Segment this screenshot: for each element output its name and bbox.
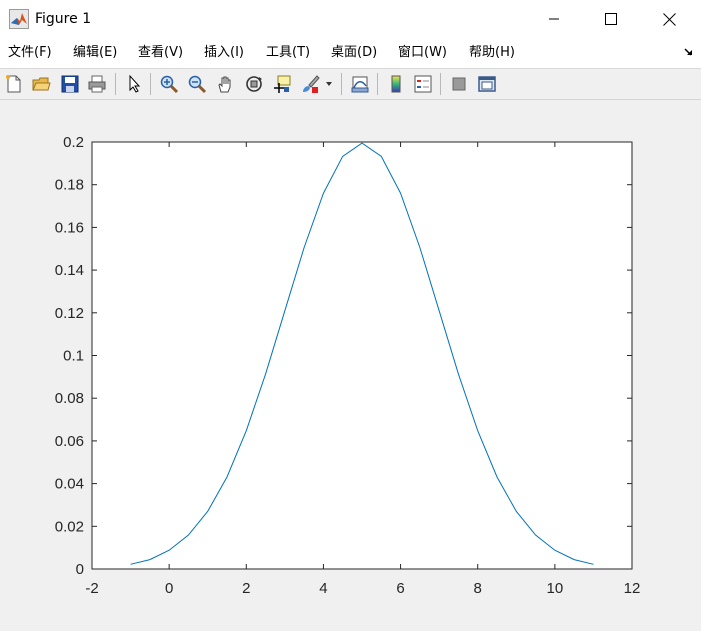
figure-toolbar: [0, 69, 701, 100]
menu-bar: 文件(F) 编辑(E) 查看(V) 插入(I) 工具(T) 桌面(D) 窗口(W…: [0, 38, 701, 69]
x-tick-label: 6: [396, 580, 404, 597]
toolbar-separator: [440, 73, 441, 95]
matlab-logo-icon: [9, 9, 29, 29]
zoom-in-icon: [160, 75, 179, 94]
x-tick-label: 8: [474, 580, 482, 597]
menu-help[interactable]: 帮助(H): [469, 44, 515, 62]
pan-hand-icon: [218, 76, 231, 93]
data-cursor-button[interactable]: [270, 72, 294, 96]
menu-tools[interactable]: 工具(T): [266, 44, 310, 62]
toolbar-separator: [150, 73, 151, 95]
y-tick-label: 0.16: [55, 219, 84, 236]
edit-plot-pointer-icon: [129, 74, 141, 93]
title-bar: Figure 1: [0, 0, 701, 38]
y-tick-label: 0.1: [63, 348, 84, 365]
brush-icon: [303, 75, 320, 93]
data-cursor-icon: [274, 75, 291, 93]
edit-plot-button[interactable]: [122, 72, 146, 96]
new-figure-icon: [6, 75, 21, 93]
menu-window[interactable]: 窗口(W): [398, 44, 447, 62]
zoom-out-icon: [188, 75, 207, 94]
y-tick-label: 0: [76, 561, 84, 578]
brush-button[interactable]: [298, 72, 322, 96]
minimize-button[interactable]: [531, 0, 577, 38]
toolbar-separator: [341, 73, 342, 95]
y-tick-label: 0.12: [55, 305, 84, 322]
minimize-icon: [549, 18, 559, 20]
x-tick-label: 2: [242, 580, 250, 597]
open-file-icon: [32, 77, 51, 91]
rotate-3d-button[interactable]: [242, 72, 266, 96]
print-button[interactable]: [85, 72, 109, 96]
legend-icon: [414, 75, 432, 93]
x-tick-label: 10: [547, 580, 564, 597]
y-tick-label: 0.02: [55, 518, 84, 535]
x-tick-label: 0: [165, 580, 173, 597]
show-plot-tools-icon: [478, 76, 496, 92]
close-button[interactable]: [646, 0, 692, 38]
menu-file[interactable]: 文件(F): [8, 44, 52, 62]
brush-dropdown-button[interactable]: [322, 72, 336, 96]
zoom-out-button[interactable]: [185, 72, 209, 96]
menu-insert[interactable]: 插入(I): [204, 44, 244, 62]
line-plot[interactable]: -2 0 2 4 6 8 10 1200.020.040.060.080.10.120.140…: [0, 100, 701, 627]
link-plot-button[interactable]: [348, 72, 372, 96]
window-title: Figure 1: [35, 11, 92, 27]
y-tick-label: 0.2: [63, 134, 84, 151]
pan-button[interactable]: [213, 72, 237, 96]
print-icon: [88, 75, 106, 93]
y-tick-label: 0.04: [55, 476, 84, 493]
x-tick-label: 12: [624, 580, 641, 597]
save-icon: [61, 75, 79, 93]
toolbar-separator: [115, 73, 116, 95]
x-tick-label: 4: [319, 580, 327, 597]
y-tick-label: 0.18: [55, 177, 84, 194]
figure-canvas: -2 0 2 4 6 8 10 12 0 0.02 0.04 0.06 0.08 0.1 0.12 0.14 0…: [0, 100, 701, 627]
maximize-button[interactable]: [588, 0, 634, 38]
menu-view[interactable]: 查看(V): [138, 44, 183, 62]
x-tick-label: -2: [85, 580, 98, 597]
colorbar-icon: [391, 75, 401, 93]
rotate-3d-icon: [246, 76, 262, 92]
menu-edit[interactable]: 编辑(E): [73, 44, 117, 62]
link-plot-icon: [351, 76, 369, 93]
colorbar-button[interactable]: [384, 72, 408, 96]
legend-button[interactable]: [411, 72, 435, 96]
new-figure-button[interactable]: [2, 72, 26, 96]
y-tick-label: 0.14: [55, 262, 84, 279]
toolbar-separator: [377, 73, 378, 95]
y-tick-label: 0.08: [55, 390, 84, 407]
dock-arrow-icon[interactable]: [683, 46, 695, 58]
save-button[interactable]: [58, 72, 82, 96]
show-plot-tools-button[interactable]: [475, 72, 499, 96]
axes-background: [92, 142, 632, 569]
brush-dropdown-icon: [326, 82, 332, 86]
maximize-icon: [605, 13, 617, 25]
menu-desktop[interactable]: 桌面(D): [331, 44, 377, 62]
close-icon: [662, 12, 676, 26]
y-tick-label: 0.06: [55, 433, 84, 450]
zoom-in-button[interactable]: [157, 72, 181, 96]
open-file-button[interactable]: [29, 72, 53, 96]
hide-plot-tools-button[interactable]: [447, 72, 471, 96]
hide-plot-tools-icon: [452, 77, 466, 91]
